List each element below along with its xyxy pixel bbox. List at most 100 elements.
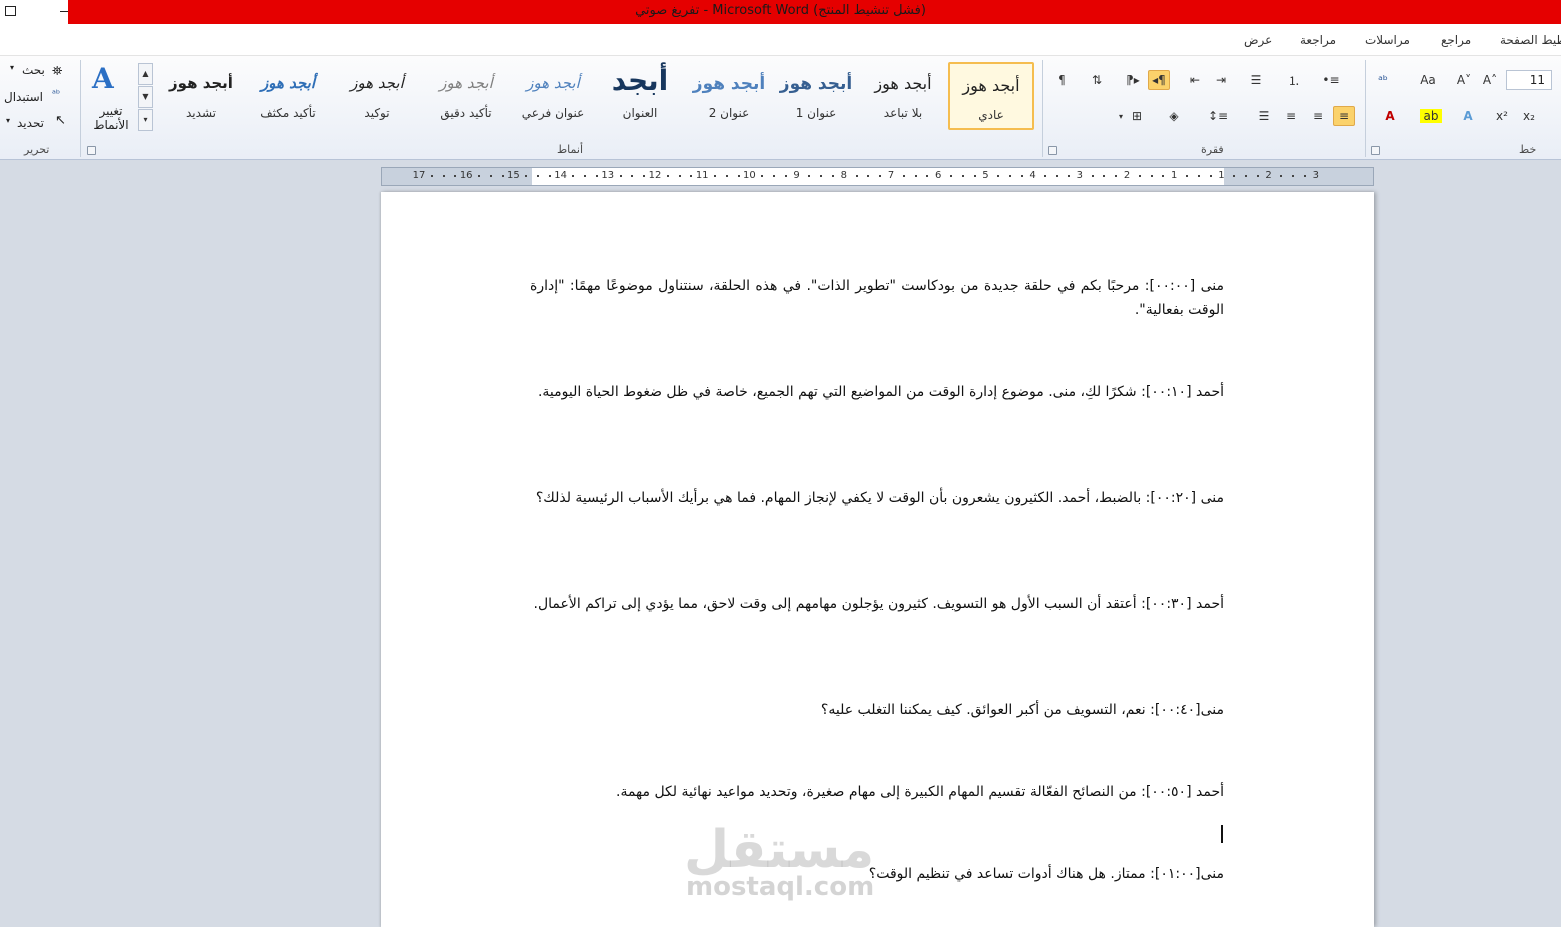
ruler-number: 3: [1312, 170, 1319, 181]
group-separator: [80, 60, 81, 157]
borders-icon[interactable]: ⊞: [1126, 106, 1148, 126]
styles-more[interactable]: ▾: [138, 109, 153, 131]
dialog-launcher-icon[interactable]: [1048, 146, 1057, 155]
transcript-paragraph[interactable]: منى [٠٠:٢٠]: بالضبط، أحمد. الكثيرون يشعر…: [530, 486, 1224, 510]
transcript-paragraph[interactable]: منى [٠٠:٠٠]: مرحبًا بكم في حلقة جديدة من…: [530, 274, 1224, 322]
show-marks-icon[interactable]: ¶: [1051, 70, 1073, 90]
timestamp: [٠٠:٣٠]: [1145, 596, 1192, 612]
highlight-icon[interactable]: ab: [1420, 109, 1442, 123]
line-spacing-icon[interactable]: ↕≡: [1207, 106, 1229, 126]
tab-page-layout[interactable]: تخطيط الصفحة: [1500, 33, 1561, 47]
style-name: تأكيد دقيق: [440, 106, 492, 120]
dialog-launcher-icon[interactable]: [1371, 146, 1380, 155]
ruler-tick: [666, 175, 669, 177]
numbering-icon[interactable]: ⒈: [1283, 70, 1305, 90]
ruler-number: 17: [412, 170, 426, 181]
font-color-icon[interactable]: A: [1379, 106, 1401, 126]
ruler-number: 12: [648, 170, 662, 181]
sort-icon[interactable]: ⇅: [1086, 70, 1108, 90]
timestamp: [٠١:٠٠]: [1154, 866, 1201, 882]
style-emphasis[interactable]: أبجد هوز توكيد: [336, 62, 418, 130]
change-case-icon[interactable]: Aa: [1417, 70, 1439, 90]
ruler-number: 3: [1076, 170, 1083, 181]
transcript-paragraph[interactable]: أحمد [٠٠:٥٠]: من النصائح الفعّالة تقسيم …: [530, 780, 1224, 804]
replace-button[interactable]: استبدال: [4, 90, 43, 104]
timestamp: [٠٠:٥٠]: [1145, 784, 1192, 800]
style-strong[interactable]: أبجد هوز تشديد: [160, 62, 242, 130]
ruler-number: 1: [1218, 170, 1225, 181]
ruler-tick: [855, 175, 858, 177]
increase-indent-icon[interactable]: ⇥: [1210, 70, 1232, 90]
shrink-font-icon[interactable]: A˅: [1453, 70, 1475, 90]
text-effects-icon[interactable]: A: [1457, 106, 1479, 126]
find-button[interactable]: بحث: [22, 63, 45, 77]
style-sample: أبجد هوز: [439, 74, 493, 92]
style-name: بلا تباعد: [883, 106, 923, 120]
title-bar: تفريغ صوتي - Microsoft Word (فشل تنشيط ا…: [0, 0, 1561, 24]
style-title[interactable]: أبجد العنوان: [599, 62, 681, 130]
transcript-paragraph[interactable]: أحمد [٠٠:١٠]: شكرًا لكِ، منى. موضوع إدار…: [530, 380, 1224, 404]
transcript-paragraph[interactable]: منى[٠٠:٤٠]: نعم، التسويف من أكبر العوائق…: [530, 698, 1224, 722]
style-sample: أبجد هوز: [260, 74, 316, 92]
ruler-tick: [867, 175, 870, 177]
tab-review[interactable]: مراجعة: [1300, 33, 1336, 47]
align-center-icon[interactable]: ≡: [1307, 106, 1329, 126]
rtl-direction-icon[interactable]: ◂¶: [1148, 70, 1170, 90]
select-button[interactable]: تحديد: [17, 116, 44, 130]
ruler-tick: [1245, 175, 1247, 177]
timestamp: [٠٠:٤٠]: [1154, 702, 1201, 718]
transcript-paragraph[interactable]: أحمد [٠٠:٣٠]: أعتقد أن السبب الأول هو ال…: [530, 592, 1224, 616]
style-intense-emphasis[interactable]: أبجد هوز تأكيد مكثف: [247, 62, 329, 130]
horizontal-ruler[interactable]: 17 16 15 14 13 12 11 10 9 8 7 6 5 4 3 2 1 1 2 3: [381, 167, 1374, 186]
style-name: عنوان 2: [708, 106, 750, 120]
grow-font-icon[interactable]: A˄: [1479, 70, 1501, 90]
paragraph-text: : بالضبط، أحمد. الكثيرون يشعرون بأن الوق…: [535, 490, 1151, 506]
style-normal[interactable]: أبجد هوز عادي: [948, 62, 1034, 130]
change-styles-button[interactable]: تغيير الأنماط: [88, 104, 134, 132]
style-no-spacing[interactable]: أبجد هوز بلا تباعد: [862, 62, 944, 130]
style-sample: أبجد هوز: [692, 74, 766, 94]
font-size-field[interactable]: 11: [1506, 70, 1552, 90]
styles-scroll-up[interactable]: ▲: [138, 63, 153, 85]
ruler-tick: [725, 175, 728, 177]
ltr-direction-icon[interactable]: ⁋▸: [1122, 70, 1144, 90]
binoculars-icon[interactable]: ⛯: [52, 64, 62, 79]
phonetic-guide-icon[interactable]: ᵃᵇ: [1372, 70, 1394, 90]
chevron-down-icon[interactable]: ▾: [6, 116, 10, 125]
style-heading-2[interactable]: أبجد هوز عنوان 2: [688, 62, 770, 130]
align-left-icon[interactable]: ≡: [1280, 106, 1302, 126]
tab-view[interactable]: عرض: [1244, 33, 1272, 47]
bullets-icon[interactable]: •≡: [1320, 70, 1342, 90]
style-heading-1[interactable]: أبجد هوز عنوان 1: [775, 62, 857, 130]
align-right-icon[interactable]: ≡: [1333, 106, 1355, 126]
ruler-tick: [690, 175, 693, 177]
ruler-tick: [1197, 175, 1200, 177]
dialog-launcher-icon[interactable]: [87, 146, 96, 155]
ruler-tick: [1068, 175, 1070, 177]
ruler-number: 11: [695, 170, 709, 181]
styles-group-label: أنماط: [557, 143, 584, 156]
transcript-paragraph[interactable]: منى[٠١:٠٠]: ممتاز. هل هناك أدوات تساعد ف…: [530, 862, 1224, 886]
ruler-number: 8: [840, 170, 847, 181]
style-subtitle[interactable]: أبجد هوز عنوان فرعي: [512, 62, 594, 130]
ruler-tick: [973, 175, 976, 177]
multilevel-list-icon[interactable]: ☰: [1245, 70, 1267, 90]
tab-mailings[interactable]: مراسلات: [1365, 33, 1410, 47]
styles-scroll-down[interactable]: ▼: [138, 86, 153, 108]
tab-references[interactable]: مراجع: [1441, 33, 1471, 47]
justify-icon[interactable]: ☰: [1253, 106, 1275, 126]
speaker-name: منى: [1200, 278, 1224, 294]
style-sample: أبجد هوز: [526, 74, 580, 92]
subscript-icon[interactable]: x₂: [1518, 106, 1540, 126]
paragraph-text: : من النصائح الفعّالة تقسيم المهام الكبي…: [616, 784, 1146, 800]
style-subtle-emphasis[interactable]: أبجد هوز تأكيد دقيق: [425, 62, 507, 130]
timestamp: [٠٠:١٠]: [1145, 384, 1192, 400]
decrease-indent-icon[interactable]: ⇤: [1184, 70, 1206, 90]
change-styles-icon[interactable]: A: [92, 62, 114, 95]
style-name: عنوان فرعي: [521, 106, 585, 120]
superscript-icon[interactable]: x²: [1491, 106, 1513, 126]
chevron-down-icon[interactable]: ▾: [10, 63, 14, 72]
shading-icon[interactable]: ◈: [1163, 106, 1185, 126]
style-name: عادي: [978, 108, 1004, 122]
ruler-number: 4: [1029, 170, 1036, 181]
